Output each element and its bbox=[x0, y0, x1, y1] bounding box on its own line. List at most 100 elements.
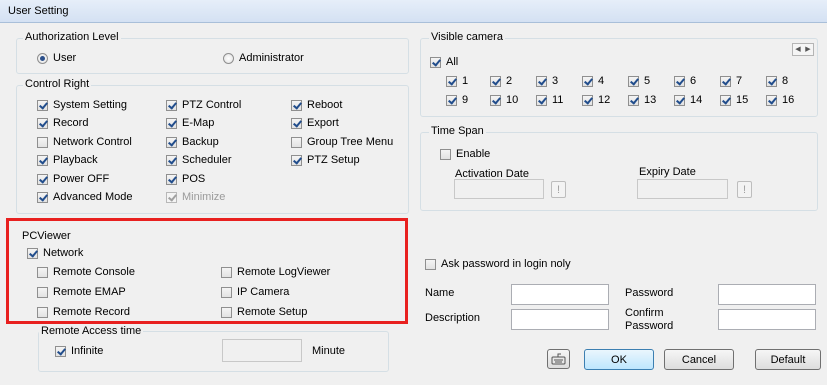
window-title: User Setting bbox=[8, 5, 69, 17]
checkbox-record[interactable]: Record bbox=[37, 117, 88, 129]
checkbox-camera[interactable]: 8 bbox=[766, 75, 788, 87]
description-label: Description bbox=[425, 312, 481, 324]
keyboard-button[interactable] bbox=[547, 349, 570, 369]
checkbox-camera-box[interactable] bbox=[674, 75, 685, 87]
checkbox-system-setting[interactable]: System Setting bbox=[37, 99, 127, 111]
checkbox-playback-box[interactable] bbox=[37, 154, 48, 166]
checkbox-infinite[interactable]: Infinite bbox=[55, 345, 103, 357]
checkbox-camera-box[interactable] bbox=[446, 94, 457, 106]
checkbox-camera-box[interactable] bbox=[536, 94, 547, 106]
checkbox-scheduler[interactable]: Scheduler bbox=[166, 154, 232, 166]
checkbox-label: PTZ Setup bbox=[307, 154, 360, 166]
checkbox-camera-box[interactable] bbox=[628, 94, 639, 106]
checkbox-backup-box[interactable] bbox=[166, 136, 177, 148]
checkbox-camera[interactable]: 14 bbox=[674, 94, 702, 106]
name-input[interactable] bbox=[511, 284, 609, 305]
checkbox-record-box[interactable] bbox=[37, 117, 48, 129]
checkbox-reboot-box[interactable] bbox=[291, 99, 302, 111]
checkbox-camera-box[interactable] bbox=[766, 75, 777, 87]
checkbox-export[interactable]: Export bbox=[291, 117, 339, 129]
cancel-button[interactable]: Cancel bbox=[664, 349, 734, 370]
highlight-box bbox=[6, 218, 408, 324]
checkbox-camera-label: 14 bbox=[690, 94, 703, 106]
checkbox-enable-box[interactable] bbox=[440, 148, 451, 160]
checkbox-ask-password-box[interactable] bbox=[425, 258, 436, 270]
checkbox-camera-all[interactable]: All bbox=[430, 56, 458, 68]
checkbox-label: E-Map bbox=[182, 117, 215, 129]
checkbox-network-control-box[interactable] bbox=[37, 136, 48, 148]
checkbox-e-map-box[interactable] bbox=[166, 117, 177, 129]
checkbox-advanced-mode[interactable]: Advanced Mode bbox=[37, 191, 133, 203]
checkbox-camera-label: 6 bbox=[690, 75, 697, 87]
checkbox-camera[interactable]: 11 bbox=[536, 94, 563, 106]
activation-date-picker-button: ! bbox=[551, 181, 566, 198]
checkbox-pos[interactable]: POS bbox=[166, 173, 205, 185]
checkbox-camera-box[interactable] bbox=[582, 75, 593, 87]
checkbox-label: Backup bbox=[182, 136, 219, 148]
checkbox-camera[interactable]: 15 bbox=[720, 94, 748, 106]
checkbox-camera[interactable]: 5 bbox=[628, 75, 650, 87]
checkbox-camera[interactable]: 16 bbox=[766, 94, 794, 106]
checkbox-export-box[interactable] bbox=[291, 117, 302, 129]
checkbox-camera-box[interactable] bbox=[766, 94, 777, 106]
checkbox-infinite-box[interactable] bbox=[55, 345, 66, 357]
checkbox-camera-box[interactable] bbox=[720, 75, 731, 87]
checkbox-scheduler-box[interactable] bbox=[166, 154, 177, 166]
checkbox-camera[interactable]: 2 bbox=[490, 75, 512, 87]
checkbox-camera[interactable]: 12 bbox=[582, 94, 610, 106]
checkbox-camera[interactable]: 3 bbox=[536, 75, 558, 87]
checkbox-ask-password[interactable]: Ask password in login noly bbox=[425, 258, 571, 270]
checkbox-label: POS bbox=[182, 173, 206, 185]
checkbox-power-off-box[interactable] bbox=[37, 173, 48, 185]
checkbox-camera[interactable]: 1 bbox=[446, 75, 468, 87]
checkbox-camera-all-box[interactable] bbox=[430, 56, 441, 68]
checkbox-camera[interactable]: 10 bbox=[490, 94, 518, 106]
checkbox-network-control[interactable]: Network Control bbox=[37, 136, 132, 148]
checkbox-ptz-control-box[interactable] bbox=[166, 99, 177, 111]
checkbox-camera[interactable]: 9 bbox=[446, 94, 468, 106]
checkbox-system-setting-box[interactable] bbox=[37, 99, 48, 111]
checkbox-camera-box[interactable] bbox=[582, 94, 593, 106]
checkbox-power-off[interactable]: Power OFF bbox=[37, 173, 109, 185]
checkbox-label: Reboot bbox=[307, 99, 343, 111]
checkbox-group-tree-menu[interactable]: Group Tree Menu bbox=[291, 136, 393, 148]
checkbox-ptz-control[interactable]: PTZ Control bbox=[166, 99, 241, 111]
checkbox-ptz-setup[interactable]: PTZ Setup bbox=[291, 154, 360, 166]
ok-button[interactable]: OK bbox=[584, 349, 654, 370]
checkbox-camera-box[interactable] bbox=[536, 75, 547, 87]
authorization-label: Authorization Level bbox=[23, 31, 121, 43]
checkbox-playback[interactable]: Playback bbox=[37, 154, 98, 166]
checkbox-backup[interactable]: Backup bbox=[166, 136, 219, 148]
checkbox-camera[interactable]: 13 bbox=[628, 94, 656, 106]
checkbox-camera[interactable]: 6 bbox=[674, 75, 696, 87]
checkbox-label: Ask password in login noly bbox=[441, 258, 571, 270]
checkbox-camera-box[interactable] bbox=[720, 94, 731, 106]
chevron-left-icon[interactable]: ◀ bbox=[793, 44, 803, 55]
checkbox-e-map[interactable]: E-Map bbox=[166, 117, 214, 129]
checkbox-camera-box[interactable] bbox=[628, 75, 639, 87]
checkbox-camera-box[interactable] bbox=[490, 75, 501, 87]
password-input[interactable] bbox=[718, 284, 816, 305]
radio-administrator-indicator[interactable] bbox=[223, 52, 234, 64]
checkbox-label: Advanced Mode bbox=[53, 191, 133, 203]
checkbox-camera[interactable]: 7 bbox=[720, 75, 742, 87]
checkbox-camera-box[interactable] bbox=[490, 94, 501, 106]
checkbox-ptz-setup-box[interactable] bbox=[291, 154, 302, 166]
checkbox-group-tree-menu-box[interactable] bbox=[291, 136, 302, 148]
checkbox-camera[interactable]: 4 bbox=[582, 75, 604, 87]
checkbox-reboot[interactable]: Reboot bbox=[291, 99, 342, 111]
checkbox-camera-box[interactable] bbox=[446, 75, 457, 87]
checkbox-camera-label: 4 bbox=[598, 75, 605, 87]
radio-user[interactable]: User bbox=[37, 52, 76, 64]
description-input[interactable] bbox=[511, 309, 609, 330]
confirm-password-input[interactable] bbox=[718, 309, 816, 330]
checkbox-advanced-mode-box[interactable] bbox=[37, 191, 48, 203]
checkbox-pos-box[interactable] bbox=[166, 173, 177, 185]
chevron-right-icon[interactable]: ▶ bbox=[803, 44, 813, 55]
checkbox-camera-box[interactable] bbox=[674, 94, 685, 106]
checkbox-enable[interactable]: Enable bbox=[440, 148, 490, 160]
expiry-date-input bbox=[637, 179, 728, 199]
radio-user-indicator[interactable] bbox=[37, 52, 48, 64]
default-button[interactable]: Default bbox=[755, 349, 821, 370]
radio-administrator[interactable]: Administrator bbox=[223, 52, 304, 64]
